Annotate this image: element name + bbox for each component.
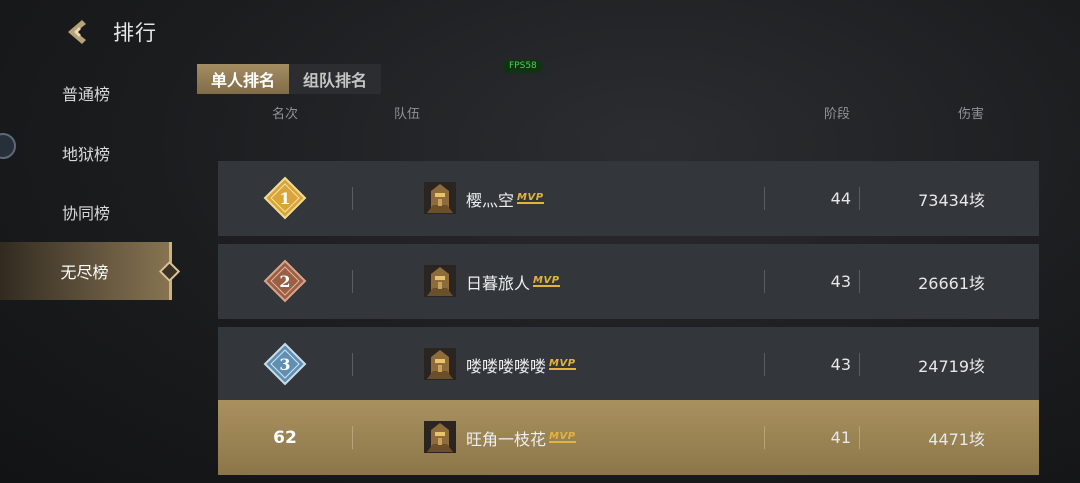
tab-solo-ranking[interactable]: 单人排名 — [197, 64, 290, 94]
page-title: 排行 — [113, 21, 157, 45]
table-row[interactable]: 2 日暮旅人 MVP 43 26661垓 — [218, 244, 1039, 319]
player-name: 樱灬空 — [466, 190, 515, 210]
helmet-avatar-icon[interactable] — [421, 418, 459, 456]
sidebar-item-label: 协同榜 — [61, 204, 110, 223]
helmet-avatar-icon[interactable] — [421, 345, 459, 383]
player-name: 旺角一枝花 — [466, 429, 547, 449]
divider — [859, 426, 860, 449]
divider — [352, 426, 353, 449]
sidebar-item-hell[interactable]: 地狱榜 — [0, 124, 172, 182]
ranking-tabs: 单人排名 组队排名 — [197, 64, 382, 94]
sidebar-item-endless[interactable]: 无尽榜 — [0, 242, 181, 300]
rank-medal-gold-icon: 1 — [263, 176, 307, 220]
column-header-stage: 阶段 — [824, 107, 851, 122]
player-name-cell: 喽喽喽喽喽 MVP — [466, 327, 576, 402]
player-name-cell: 樱灬空 MVP — [466, 161, 544, 236]
mvp-badge: MVP — [549, 358, 576, 370]
player-name: 日暮旅人 — [466, 273, 531, 293]
divider — [352, 353, 353, 376]
rank-number: 1 — [279, 189, 290, 208]
rank-number: 62 — [273, 427, 297, 448]
table-row[interactable]: 1 樱灬空 MVP 44 73434垓 — [218, 161, 1039, 236]
damage-value: 4471垓 — [928, 429, 985, 449]
selected-marker-icon — [158, 260, 181, 283]
mvp-badge: MVP — [517, 192, 544, 204]
mvp-badge: MVP — [549, 431, 576, 443]
chevron-left-icon — [68, 20, 86, 44]
stage-value: 43 — [830, 355, 851, 374]
table-row[interactable]: 3 喽喽喽喽喽 MVP 43 24719垓 — [218, 327, 1039, 402]
divider — [764, 426, 765, 449]
divider — [764, 270, 765, 293]
damage-value: 24719垓 — [918, 356, 985, 376]
player-name-cell: 日暮旅人 MVP — [466, 244, 560, 319]
player-name: 喽喽喽喽喽 — [466, 356, 547, 376]
divider — [859, 270, 860, 293]
divider — [352, 270, 353, 293]
stage-value: 43 — [830, 272, 851, 291]
stage-value: 41 — [830, 428, 851, 447]
my-rank-row[interactable]: 62 旺角一枝花 MVP 41 4471垓 — [218, 400, 1039, 475]
rank-medal-silver-icon: 3 — [263, 342, 307, 386]
rank-number: 3 — [279, 355, 290, 374]
divider — [352, 187, 353, 210]
rank-medal-bronze-icon: 2 — [263, 259, 307, 303]
player-name-cell: 旺角一枝花 MVP — [466, 400, 576, 475]
sidebar-item-coop[interactable]: 协同榜 — [0, 183, 172, 241]
column-header-team: 队伍 — [394, 107, 421, 122]
sidebar-item-normal[interactable]: 普通榜 — [0, 64, 172, 122]
sidebar-item-label: 普通榜 — [61, 85, 110, 104]
damage-value: 73434垓 — [918, 190, 985, 210]
divider — [859, 187, 860, 210]
rank-number: 2 — [279, 272, 290, 291]
column-header-damage: 伤害 — [958, 107, 985, 122]
back-button[interactable] — [62, 16, 94, 48]
damage-value: 26661垓 — [918, 273, 985, 293]
tab-team-ranking[interactable]: 组队排名 — [289, 64, 382, 94]
helmet-avatar-icon[interactable] — [421, 262, 459, 300]
divider — [764, 187, 765, 210]
sidebar-item-label: 地狱榜 — [61, 145, 110, 164]
sidebar-item-label: 无尽榜 — [60, 263, 109, 282]
helmet-avatar-icon[interactable] — [421, 179, 459, 217]
divider — [859, 353, 860, 376]
column-header-rank: 名次 — [272, 107, 299, 122]
mvp-badge: MVP — [533, 275, 560, 287]
stage-value: 44 — [830, 189, 851, 208]
divider — [764, 353, 765, 376]
fps-badge: FPS58 — [503, 60, 543, 73]
